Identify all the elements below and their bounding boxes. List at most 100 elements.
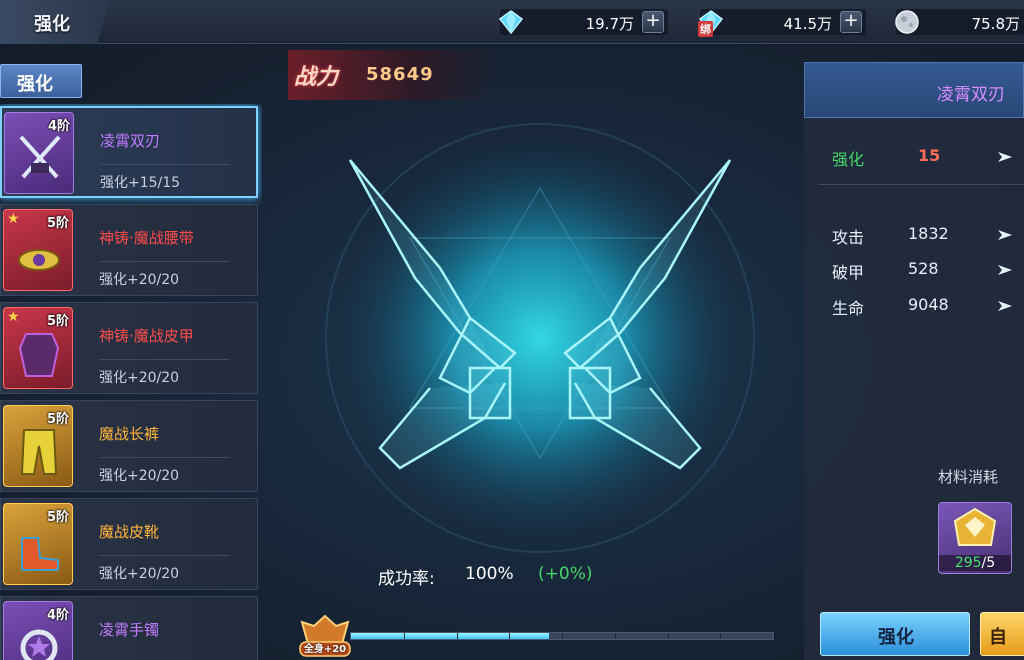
boots-icon [21, 537, 59, 571]
material-have: 295 [954, 555, 982, 571]
equipment-item-dual-blades[interactable]: 4阶 凌霄双刃 强化+15/15 [0, 106, 258, 198]
item-name: 神铸·魔战腰带 [99, 229, 194, 247]
equipment-item-bracelet[interactable]: 4阶 凌霄手镯 [0, 596, 258, 660]
equipment-item-pants[interactable]: 5阶 魔战长裤 强化+20/20 [0, 400, 258, 492]
item-level: 强化+20/20 [99, 272, 180, 288]
item-thumbnail: 5阶 [3, 405, 73, 487]
divider [99, 555, 229, 556]
belt-icon [18, 249, 60, 271]
progress-fill [351, 633, 549, 639]
progress-segment-divider [562, 633, 563, 639]
tier-badge: 5阶 [46, 510, 69, 525]
item-thumbnail: ★ 5阶 [3, 307, 73, 389]
progress-segment-divider [404, 633, 405, 639]
success-rate-bonus: (+0%) [538, 564, 593, 584]
auto-strengthen-button[interactable]: 自 [980, 612, 1024, 656]
tab-strengthen[interactable]: 强化 [0, 64, 82, 98]
glow-orb [344, 142, 736, 534]
material-need: /5 [981, 555, 996, 571]
tier-badge: 5阶 [46, 314, 69, 329]
auto-strengthen-button-label: 自 [989, 627, 1007, 648]
item-name: 神铸·魔战皮甲 [99, 327, 194, 345]
stat-health-label: 生命 [832, 299, 865, 318]
strengthen-level-label: 强化 [832, 150, 865, 169]
strengthen-button-label: 强化 [878, 627, 914, 648]
strengthen-level-value: 15 [918, 146, 941, 165]
divider [99, 261, 229, 262]
progress-segment-divider [457, 633, 458, 639]
combat-power-panel: 战力 58649 [288, 50, 500, 100]
detail-header: 凌霄双刃 [804, 62, 1024, 118]
detail-panel: 凌霄双刃 强化 15 攻击 1832 破甲 528 生命 9048 材料消耗 2… [804, 62, 1024, 660]
full-body-progress-bar [350, 632, 774, 640]
item-level: 强化+20/20 [99, 468, 180, 484]
stat-armor-break-label: 破甲 [832, 263, 865, 282]
stat-armor-break-value: 528 [908, 259, 939, 278]
strengthen-screen: 强化 19.7万 + 绑 41.5万 + 75.8万 强化 4阶 凌霄双刃 强化… [0, 0, 1024, 660]
progress-segment-divider [668, 633, 669, 639]
full-body-badge[interactable]: 全身+20 [296, 612, 354, 660]
item-thumbnail: 5阶 [3, 503, 73, 585]
divider [99, 359, 229, 360]
tier-badge: 4阶 [47, 119, 70, 134]
arrow-right-icon [998, 301, 1012, 311]
full-body-badge-label: 全身+20 [303, 644, 347, 655]
resource-moon-coin: 75.8万 [895, 9, 1024, 35]
item-name: 魔战皮靴 [99, 523, 160, 541]
star-icon: ★ [7, 211, 20, 227]
resource-bound-diamond: 绑 41.5万 + [698, 9, 866, 37]
stat-attack-value: 1832 [908, 224, 949, 243]
arrow-right-icon [998, 265, 1012, 275]
detail-body: 强化 15 攻击 1832 破甲 528 生命 9048 材料消耗 295/5 [804, 118, 1024, 660]
weapon-preview [325, 123, 755, 553]
arrow-right-icon [998, 152, 1012, 162]
equipment-item-belt[interactable]: ★ 5阶 神铸·魔战腰带 强化+20/20 [0, 204, 258, 296]
item-name: 凌霄手镯 [99, 621, 160, 639]
progress-segment-divider [720, 633, 721, 639]
tier-badge: 4阶 [46, 608, 69, 623]
equipment-list[interactable]: 4阶 凌霄双刃 强化+15/15 ★ 5阶 神铸·魔战腰带 强化+20/20 ★… [0, 104, 262, 660]
item-level: 强化+20/20 [99, 566, 180, 582]
add-bound-diamond-button[interactable]: + [840, 11, 862, 33]
diamond-icon [498, 10, 524, 35]
moon-coin-amount: 75.8万 [971, 15, 1020, 33]
combat-power-value: 58649 [366, 64, 434, 85]
pants-icon [20, 429, 58, 475]
divider [100, 164, 230, 165]
arrow-right-icon [998, 230, 1012, 240]
item-level: 强化+20/20 [99, 370, 180, 386]
item-name: 魔战长裤 [99, 425, 160, 443]
tier-badge: 5阶 [46, 412, 69, 427]
progress-segment-divider [615, 633, 616, 639]
item-name: 凌霄双刃 [100, 132, 161, 150]
page-title: 强化 [34, 14, 70, 35]
progress-segment-divider [509, 633, 510, 639]
tab-strengthen-label: 强化 [17, 74, 53, 95]
success-rate-label: 成功率: [378, 569, 435, 589]
strengthen-button[interactable]: 强化 [820, 612, 970, 656]
divider [99, 457, 229, 458]
bound-diamond-amount: 41.5万 [783, 15, 832, 33]
divider [818, 184, 1024, 185]
star-icon: ★ [7, 309, 20, 325]
equipment-item-armor[interactable]: ★ 5阶 神铸·魔战皮甲 强化+20/20 [0, 302, 258, 394]
add-diamond-button[interactable]: + [642, 11, 664, 33]
combat-power-label: 战力 [294, 65, 339, 90]
crossed-blades-icon [19, 135, 61, 179]
item-thumbnail: 4阶 [3, 601, 73, 660]
material-count: 295/5 [939, 555, 1011, 571]
bound-badge: 绑 [698, 21, 713, 37]
tier-badge: 5阶 [46, 216, 69, 231]
equipment-item-boots[interactable]: 5阶 魔战皮靴 强化+20/20 [0, 498, 258, 590]
item-thumbnail: 4阶 [4, 112, 74, 194]
bracelet-icon [20, 629, 58, 660]
top-bar: 强化 19.7万 + 绑 41.5万 + 75.8万 [0, 0, 1024, 44]
diamond-amount: 19.7万 [585, 15, 634, 33]
detail-item-name: 凌霄双刃 [937, 85, 1005, 105]
resource-diamond: 19.7万 + [498, 9, 668, 35]
strengthen-stone-icon [953, 507, 997, 546]
material-slot[interactable]: 295/5 [938, 502, 1012, 574]
item-level: 强化+15/15 [100, 175, 181, 191]
materials-label: 材料消耗 [938, 468, 999, 486]
armor-icon [18, 333, 60, 377]
